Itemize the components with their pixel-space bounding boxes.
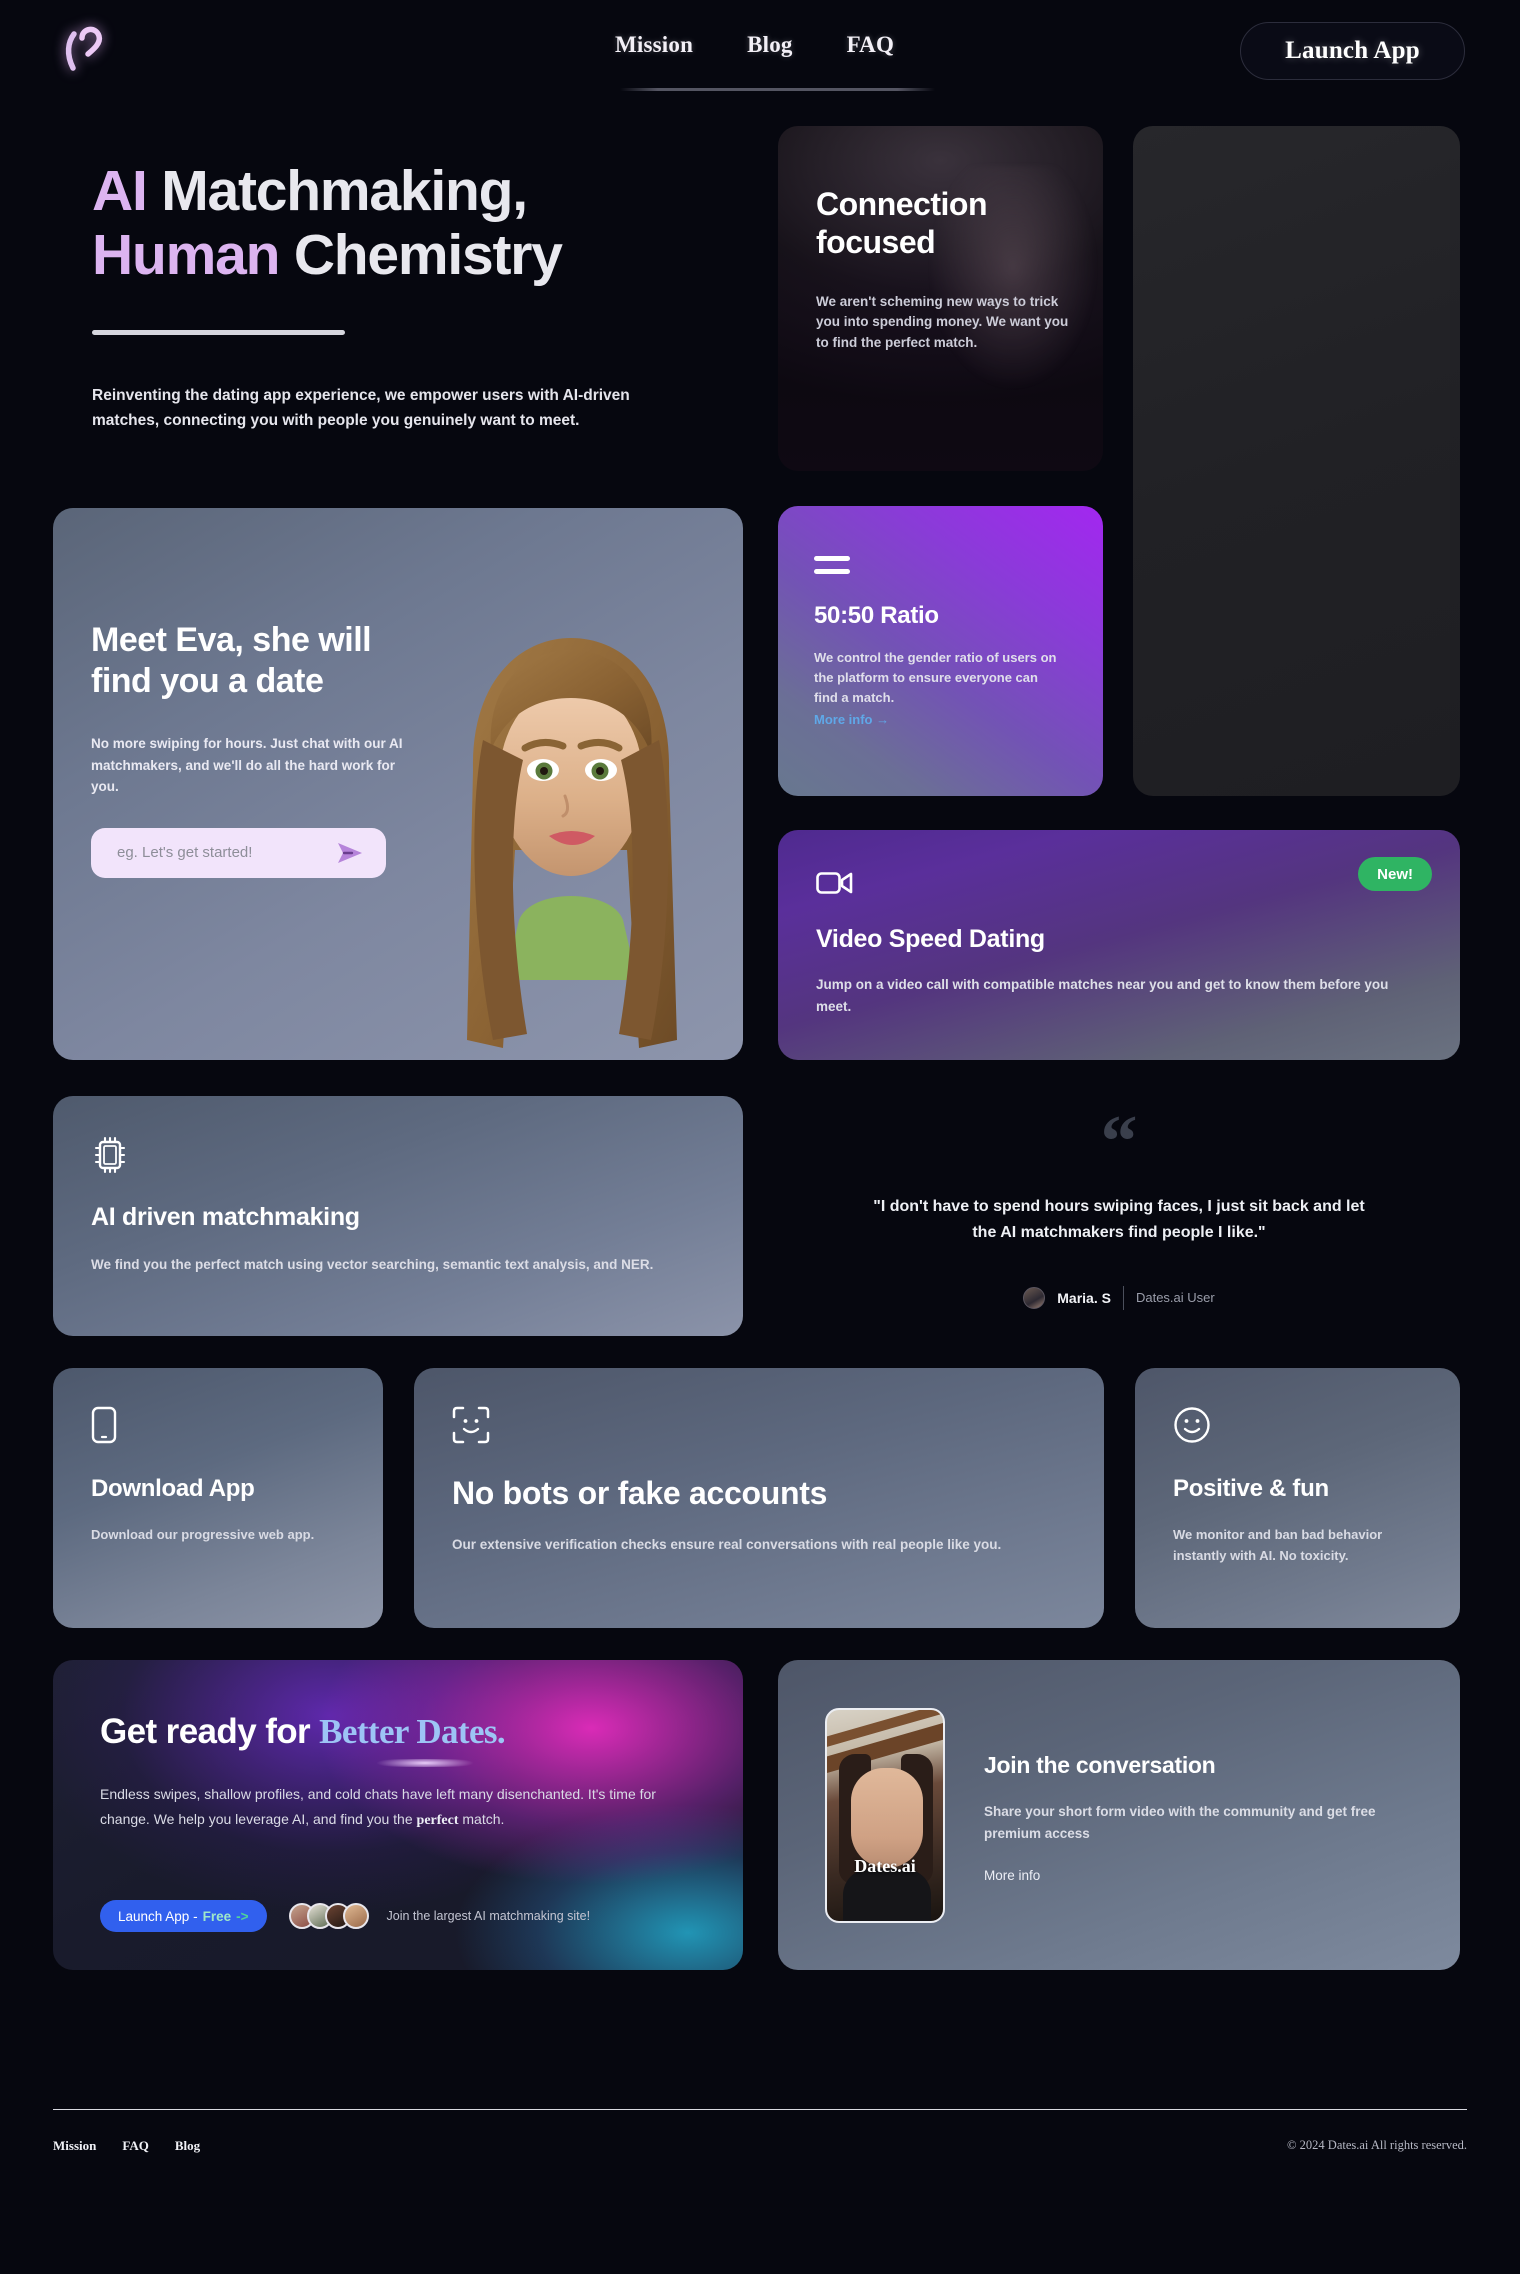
- ratio-card-title: 50:50 Ratio: [814, 602, 939, 629]
- eva-card-body: No more swiping for hours. Just chat wit…: [91, 735, 403, 795]
- footer-divider: [53, 2109, 1467, 2110]
- testimonial-attribution: Maria. S Dates.ai User: [778, 1285, 1460, 1310]
- eva-chat-placeholder: eg. Let's get started!: [117, 844, 253, 862]
- hero-divider: [92, 329, 345, 335]
- cta-body-serif: perfect: [416, 1813, 459, 1829]
- footer-link-faq[interactable]: FAQ: [122, 2138, 148, 2154]
- nav-item-mission[interactable]: Mission: [615, 32, 693, 58]
- download-card-body: Download our progressive web app.: [91, 1527, 315, 1542]
- launch-app-button[interactable]: Launch App: [1240, 22, 1465, 80]
- hero-section: AI Matchmaking, Human Chemistry Reinvent…: [92, 159, 732, 434]
- main-nav: Mission Blog FAQ: [615, 32, 894, 58]
- send-arrow-icon[interactable]: [336, 840, 364, 866]
- cta-body-part1: Endless swipes, shallow profiles, and co…: [100, 1786, 656, 1828]
- eva-card-title: Meet Eva, she will find you a date: [91, 621, 372, 701]
- join-conversation-card[interactable]: Dates.ai Join the conversation Share you…: [778, 1660, 1460, 1970]
- avatar: [342, 1903, 369, 1929]
- mobile-phone-icon: [91, 1406, 117, 1444]
- no-bots-card-title: No bots or fake accounts: [452, 1475, 828, 1511]
- face-scan-icon: [452, 1406, 490, 1444]
- eva-chat-input[interactable]: eg. Let's get started!: [91, 827, 386, 878]
- cta-title-plain: Get ready for: [100, 1712, 320, 1751]
- copyright-text: © 2024 Dates.ai All rights reserved.: [1287, 2138, 1467, 2152]
- equals-icon: [814, 556, 850, 578]
- ai-card-body: We find you the perfect match using vect…: [91, 1257, 654, 1272]
- video-camera-icon: [816, 872, 853, 894]
- no-bots-card-body: Our extensive verification checks ensure…: [452, 1537, 1002, 1552]
- ai-matchmaking-card[interactable]: AI driven matchmaking We find you the pe…: [53, 1096, 743, 1336]
- join-card-body: Share your short form video with the com…: [984, 1804, 1376, 1841]
- avatar: [1023, 1286, 1046, 1309]
- meet-eva-card[interactable]: Meet Eva, she will find you a date No mo…: [53, 508, 743, 1060]
- ratio-card-body: We control the gender ratio of users on …: [814, 650, 1057, 706]
- heart-logo-icon[interactable]: [52, 20, 114, 78]
- hero-title-rest-1: Matchmaking,: [146, 159, 528, 223]
- positive-fun-card[interactable]: Positive & fun We monitor and ban bad be…: [1135, 1368, 1460, 1628]
- video-card-title: Video Speed Dating: [816, 925, 1045, 953]
- hero-title-rest-2: Chemistry: [279, 222, 563, 287]
- connection-card-title: Connection focused: [816, 186, 987, 260]
- divider: [1122, 1285, 1124, 1310]
- video-card-body: Jump on a video call with compatible mat…: [816, 977, 1389, 1014]
- nav-item-blog[interactable]: Blog: [747, 32, 793, 58]
- join-more-info-link[interactable]: More info: [984, 1868, 1040, 1883]
- download-card-title: Download App: [91, 1475, 255, 1502]
- smiley-face-icon: [1174, 1407, 1210, 1443]
- positive-card-title: Positive & fun: [1173, 1475, 1329, 1502]
- cta-underline-swoosh: [360, 1759, 490, 1767]
- face-decor: [851, 1768, 923, 1868]
- site-header: Mission Blog FAQ Launch App: [0, 0, 1520, 100]
- cta-title: Get ready for Better Dates.: [100, 1712, 506, 1767]
- testimonial-author: Maria. S: [1057, 1289, 1111, 1306]
- testimonial-section: “ "I don't have to spend hours swiping f…: [778, 1101, 1460, 1310]
- footer-nav: Mission FAQ Blog: [53, 2138, 200, 2154]
- nav-underline: [620, 88, 935, 91]
- quote-icon: “: [1100, 1101, 1138, 1183]
- positive-card-body: We monitor and ban bad behavior instantl…: [1173, 1527, 1383, 1563]
- cta-button-label: Launch App -: [118, 1908, 198, 1924]
- testimonial-quote: "I don't have to spend hours swiping fac…: [873, 1197, 1365, 1241]
- cta-avatar-group: [288, 1903, 369, 1929]
- footer-link-blog[interactable]: Blog: [175, 2138, 200, 2154]
- nav-item-faq[interactable]: FAQ: [847, 32, 894, 58]
- video-thumbnail[interactable]: Dates.ai: [825, 1708, 945, 1923]
- better-dates-cta-card[interactable]: Get ready for Better Dates. Endless swip…: [53, 1660, 743, 1970]
- landing-page: Mission Blog FAQ Launch App AI Matchmaki…: [0, 0, 1520, 2274]
- cta-button-free: Free: [202, 1908, 232, 1924]
- join-card-title: Join the conversation: [984, 1752, 1216, 1778]
- cta-button-arrow: ->: [236, 1908, 249, 1924]
- video-speed-dating-card[interactable]: New! Video Speed Dating Jump on a video …: [778, 830, 1460, 1060]
- cta-body-part2: match.: [458, 1811, 505, 1828]
- footer-link-mission[interactable]: Mission: [53, 2138, 96, 2154]
- page-title: AI Matchmaking, Human Chemistry: [92, 159, 732, 288]
- cpu-chip-icon: [94, 1136, 126, 1174]
- ratio-more-info-link[interactable]: More info →: [814, 712, 889, 727]
- no-bots-card[interactable]: No bots or fake accounts Our extensive v…: [414, 1368, 1104, 1628]
- connection-focused-card[interactable]: Connection focused We aren't scheming ne…: [778, 126, 1103, 471]
- cta-action-row: Launch App - Free -> Join the largest AI …: [100, 1900, 590, 1932]
- hero-title-accent-1: AI: [92, 159, 148, 223]
- connection-card-body: We aren't scheming new ways to trick you…: [816, 293, 1069, 351]
- hero-title-accent-2: Human: [92, 222, 280, 287]
- cta-avatars-caption: Join the largest AI matchmaking site!: [386, 1909, 591, 1923]
- media-placeholder-card[interactable]: [1133, 126, 1460, 796]
- download-app-card[interactable]: Download App Download our progressive we…: [53, 1368, 383, 1628]
- testimonial-role: Dates.ai User: [1135, 1290, 1215, 1306]
- eva-avatar: [467, 638, 677, 1048]
- cta-body: Endless swipes, shallow profiles, and co…: [100, 1782, 700, 1833]
- cta-title-serif: Better Dates.: [319, 1712, 506, 1751]
- video-watermark: Dates.ai: [854, 1856, 916, 1876]
- launch-app-free-button[interactable]: Launch App - Free ->: [100, 1900, 267, 1932]
- ratio-card[interactable]: 50:50 Ratio We control the gender ratio …: [778, 506, 1103, 796]
- hero-subtitle: Reinventing the dating app experience, w…: [92, 386, 630, 430]
- ai-card-title: AI driven matchmaking: [91, 1203, 360, 1231]
